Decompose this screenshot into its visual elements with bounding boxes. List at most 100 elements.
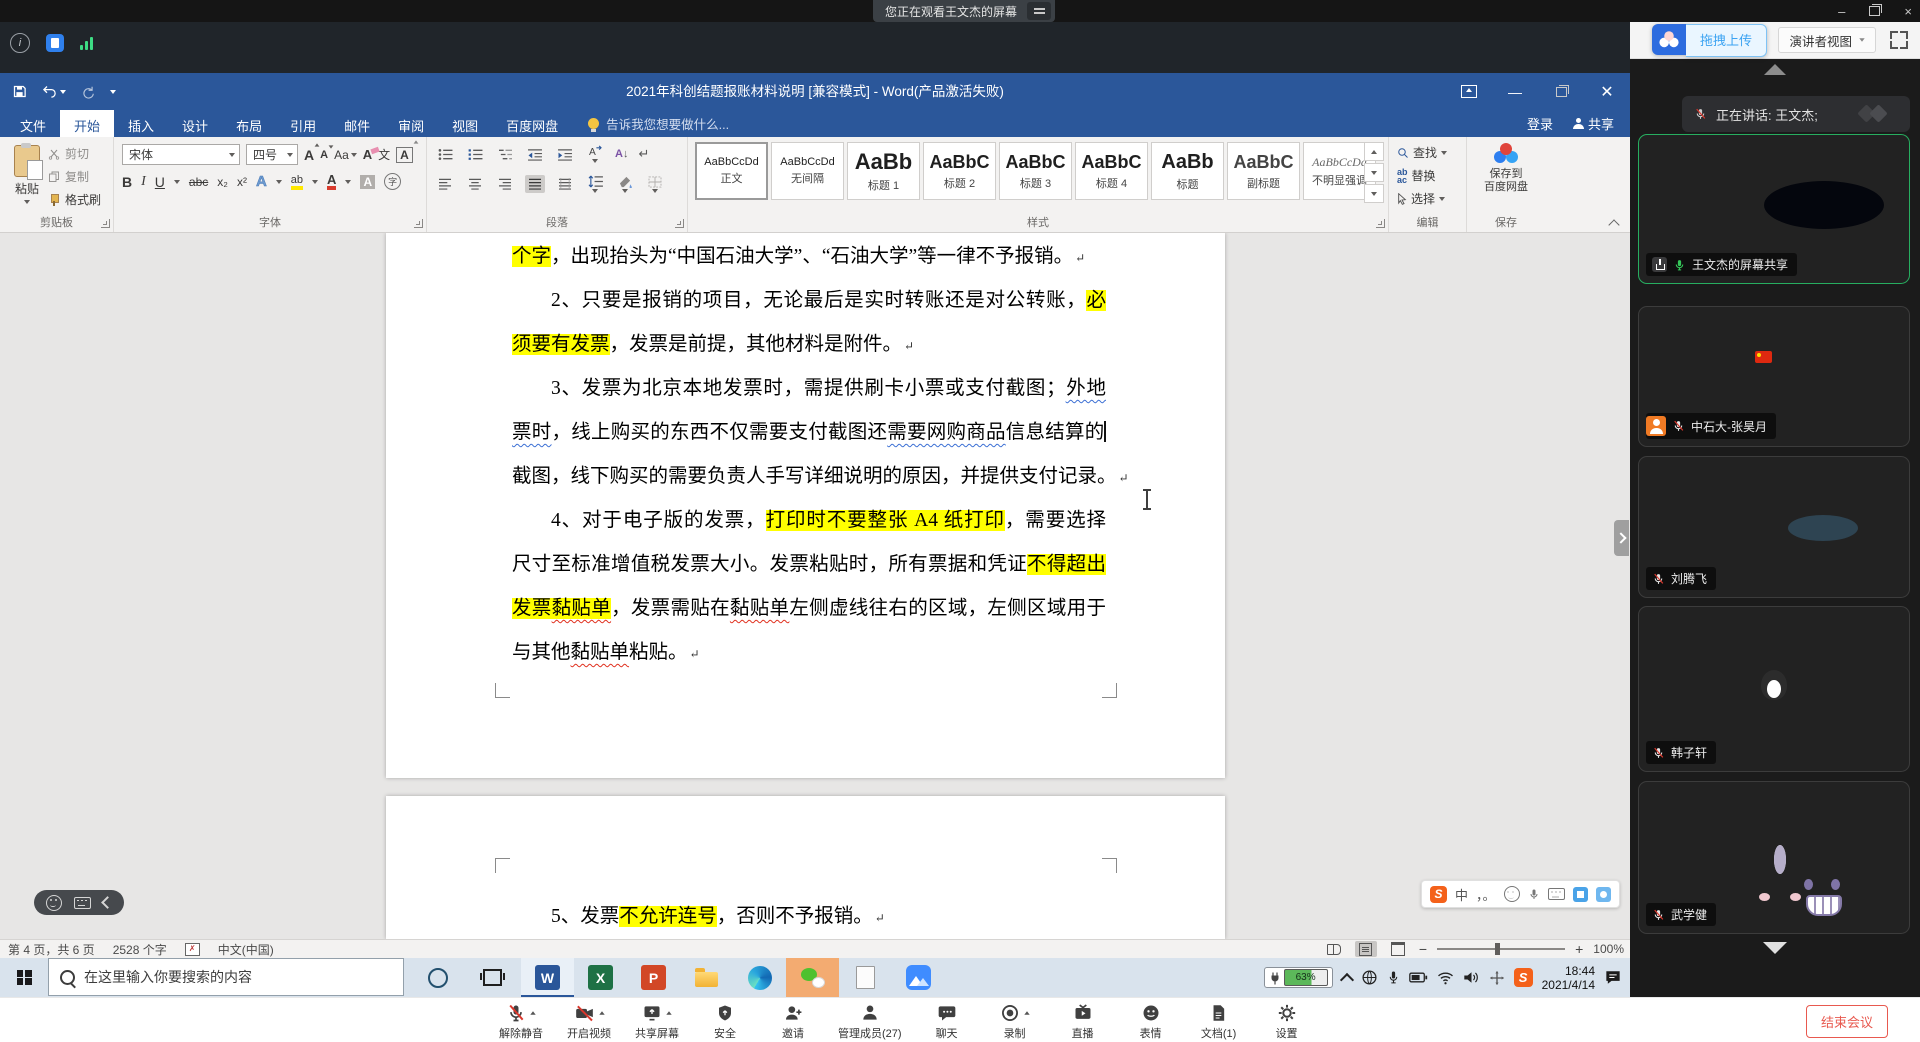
subscript-button[interactable]: x₂ [217,175,228,189]
word-restore-button[interactable] [1538,73,1584,110]
style-subtitle[interactable]: AaBbC副标题 [1227,142,1300,200]
end-meeting-button[interactable]: 结束会议 [1806,1005,1888,1038]
repeat-icon[interactable] [81,85,95,99]
borders-button[interactable] [645,175,665,193]
styles-dialog-launcher[interactable] [1376,219,1385,228]
shading-button[interactable] [615,175,635,193]
qat-customize-icon[interactable] [110,90,116,94]
align-center-button[interactable] [465,175,485,193]
style-heading3[interactable]: AaBbC标题 3 [999,142,1072,200]
font-color-button[interactable]: A [327,174,336,190]
voice-input-icon[interactable] [1528,888,1540,901]
taskbar-excel[interactable]: X [574,958,627,997]
tab-insert[interactable]: 插入 [114,110,168,137]
zoom-level[interactable]: 100% [1593,942,1624,956]
page-indicator[interactable]: 第 4 页，共 6 页 [8,941,95,958]
cortana-button[interactable] [410,958,465,997]
taskbar-file-explorer[interactable] [680,958,733,997]
settings-button[interactable]: 设置 [1264,1002,1310,1041]
sogou-tray-icon[interactable]: S [1514,968,1533,987]
share-button[interactable]: 共享 [1573,114,1614,133]
collapse-up-arrow[interactable] [1764,64,1786,75]
format-painter-button[interactable]: 格式刷 [48,191,101,208]
style-heading4[interactable]: AaBbC标题 4 [1075,142,1148,200]
start-button[interactable] [0,958,48,997]
participant-tile-sharing[interactable]: 王文杰的屏幕共享 [1638,134,1910,284]
change-case-button[interactable]: Aa [334,148,357,162]
scroll-down-arrow[interactable] [1763,942,1787,954]
emoji-toolbar[interactable] [34,890,124,915]
text-effects-button[interactable]: A [256,173,267,190]
grow-font-button[interactable]: A [304,147,314,163]
word-minimize-button[interactable]: — [1492,73,1538,110]
tab-file[interactable]: 文件 [6,110,60,137]
ribbon-display-options-button[interactable] [1446,73,1492,110]
zoom-slider-thumb[interactable] [1495,943,1500,955]
action-center-icon[interactable] [1604,969,1622,986]
phonetic-guide-button[interactable]: 文 [378,146,390,163]
docs-button[interactable]: 文档(1) [1196,1002,1242,1041]
read-mode-button[interactable] [1323,941,1345,957]
view-mode-button[interactable]: 演讲者视图 [1778,27,1876,53]
taskbar-notepad[interactable] [839,958,892,997]
italic-button[interactable]: I [141,174,146,190]
tab-references[interactable]: 引用 [276,110,330,137]
participant-tile[interactable]: 武学健 [1638,781,1910,934]
find-button[interactable]: 查找 [1397,144,1447,161]
asian-layout-button[interactable]: A [585,145,605,163]
styles-scroll-up-button[interactable] [1364,142,1384,161]
paragraph-dialog-launcher[interactable] [675,219,684,228]
strikethrough-button[interactable]: abc [189,175,208,189]
participant-tile[interactable]: 中石大-张昊月 [1638,306,1910,447]
sogou-logo-icon[interactable]: S [1430,886,1447,903]
bullets-button[interactable] [435,145,455,163]
emoji-face-icon[interactable] [46,895,62,911]
battery-tray-icon[interactable] [1409,971,1428,984]
word-close-button[interactable]: ✕ [1584,73,1630,110]
tab-mailings[interactable]: 邮件 [330,110,384,137]
emoji-picker-icon[interactable] [1504,886,1520,902]
close-button[interactable]: × [1904,4,1912,19]
multilevel-list-button[interactable] [495,145,515,163]
taskbar-word[interactable]: W [521,958,574,997]
align-right-button[interactable] [495,175,515,193]
members-button[interactable]: 管理成员(27) [838,1002,902,1041]
taskbar-search-box[interactable]: 在这里输入你要搜索的内容 [48,958,404,996]
wifi-icon[interactable] [1437,971,1454,985]
superscript-button[interactable]: x² [237,175,247,189]
input-mode-chinese[interactable]: 中 [1455,885,1468,904]
zoom-in-button[interactable]: + [1575,941,1583,957]
volume-icon[interactable] [1463,970,1480,985]
underline-button[interactable]: U [155,174,165,190]
decrease-indent-button[interactable] [525,145,545,163]
invite-button[interactable]: 邀请 [770,1002,816,1041]
replace-button[interactable]: abac 替换 [1397,167,1447,184]
document-page-4[interactable]: 个字，出现抬头为“中国石油大学”、“石油大学”等一律不予报销。↵2、只要是报销的… [386,233,1225,778]
tray-expand-icon[interactable] [1340,972,1354,986]
chevron-left-icon[interactable] [101,896,114,909]
enclose-characters-button[interactable]: 字 [384,173,401,190]
live-button[interactable]: 直播 [1060,1002,1106,1041]
task-view-button[interactable] [465,958,520,997]
sort-button[interactable]: A↓ [615,148,628,160]
style-heading2[interactable]: AaBbC标题 2 [923,142,996,200]
keyboard-icon[interactable] [74,897,91,909]
meeting-info-icon[interactable]: i [10,33,30,53]
paste-button[interactable]: 粘贴 [8,145,46,211]
text-effects-dropdown-icon[interactable] [276,180,282,184]
increase-indent-button[interactable] [555,145,575,163]
font-dialog-launcher[interactable] [414,219,423,228]
save-to-baidu-button[interactable]: 保存到百度网盘 [1467,143,1545,194]
network-globe-icon[interactable] [1361,969,1378,986]
print-layout-button[interactable] [1355,941,1377,957]
soft-keyboard-icon[interactable] [1548,888,1565,900]
character-border-button[interactable]: A [396,147,413,163]
proofing-status-icon[interactable]: ✗ [185,943,200,956]
taskbar-powerpoint[interactable]: P [627,958,680,997]
web-layout-button[interactable] [1387,941,1409,957]
style-no-spacing[interactable]: AaBbCcDd无间隔 [771,142,844,200]
tab-review[interactable]: 审阅 [384,110,438,137]
line-spacing-button[interactable] [585,175,605,193]
distribute-button[interactable] [555,175,575,193]
font-color-dropdown-icon[interactable] [345,180,351,184]
